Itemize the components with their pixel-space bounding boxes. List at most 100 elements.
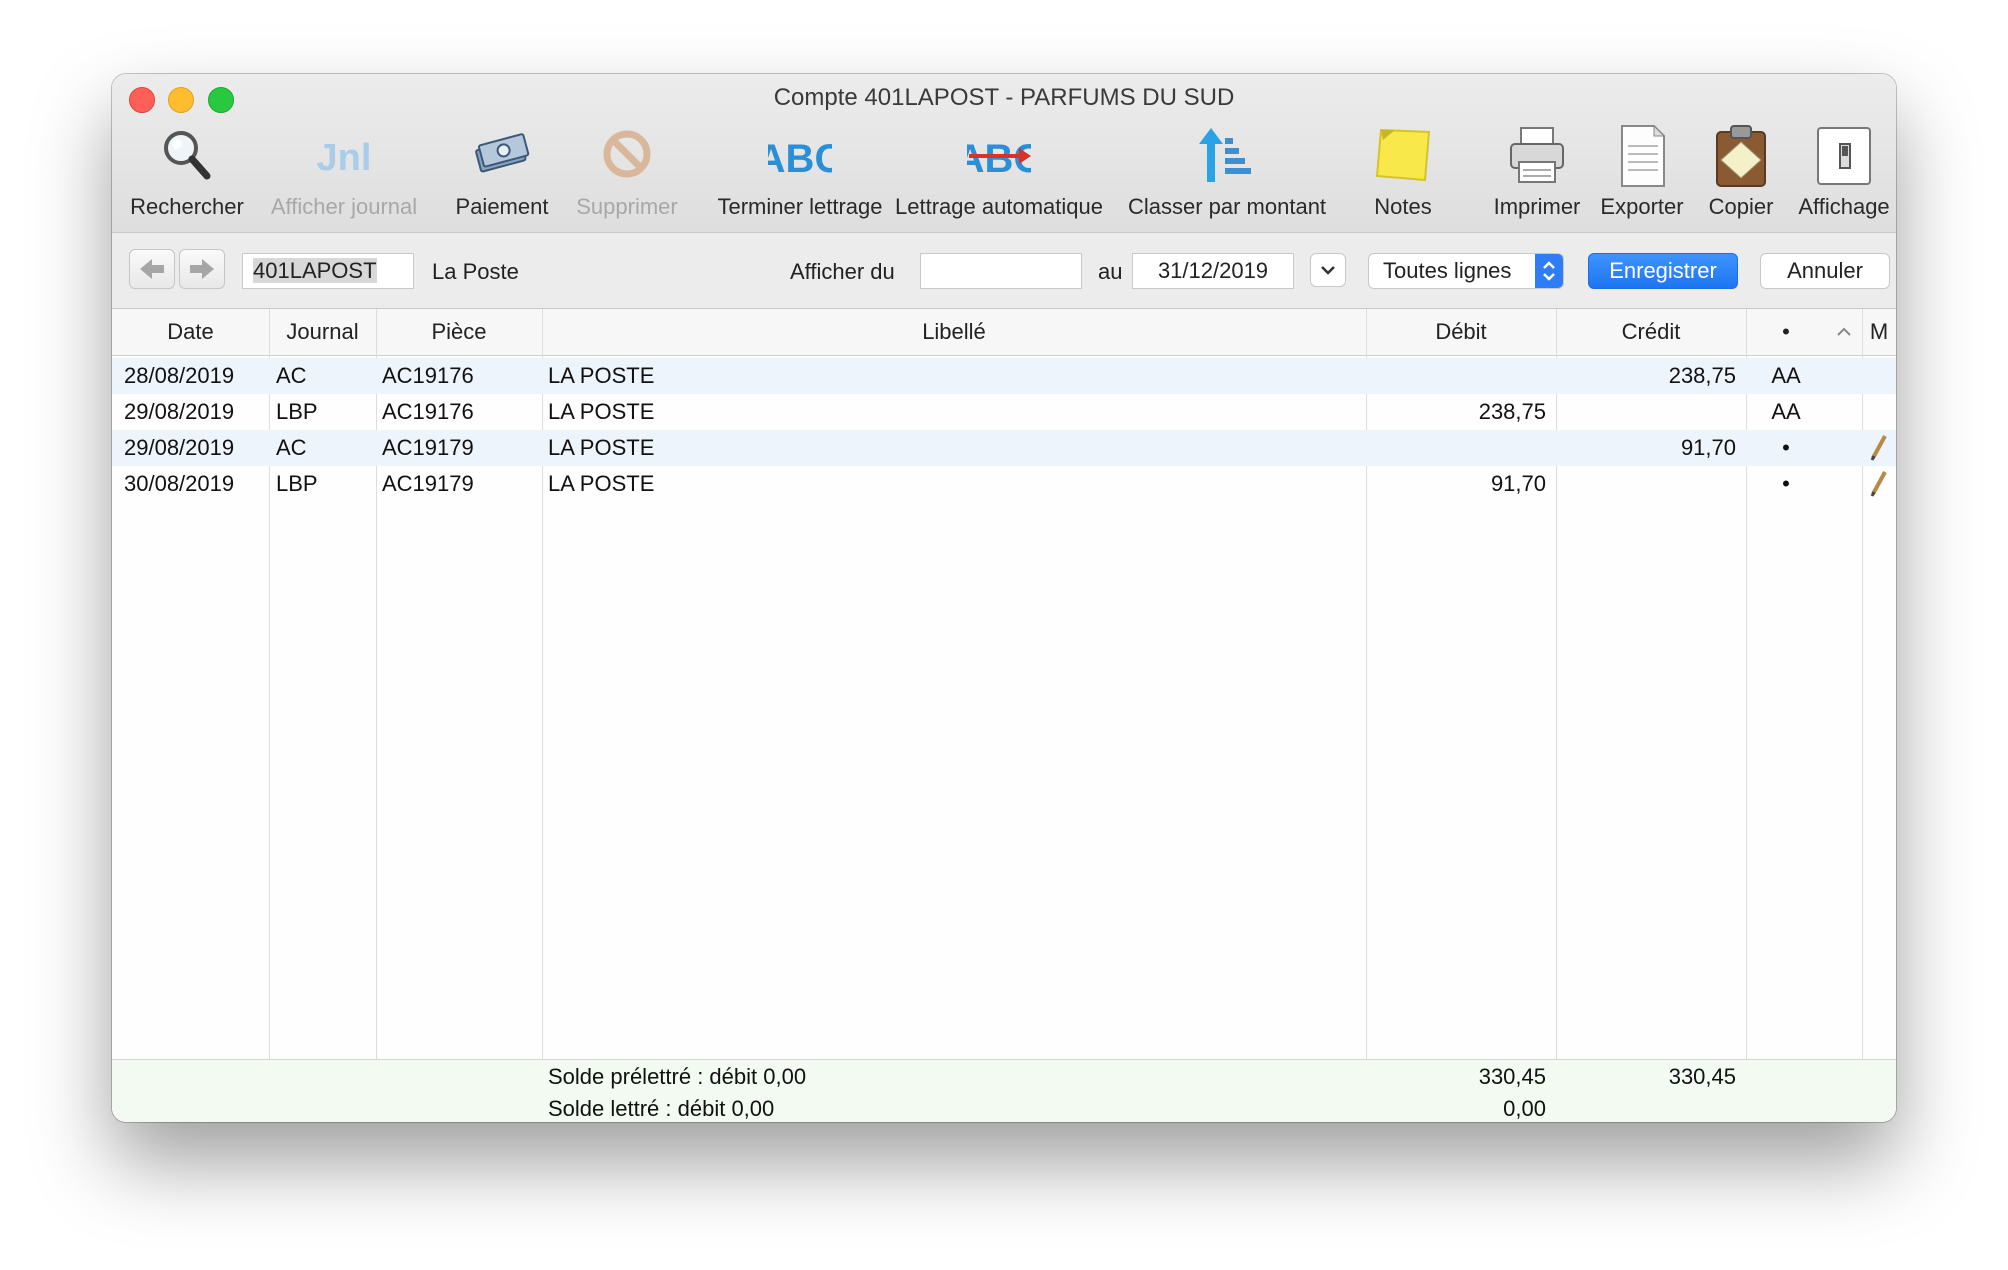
terminer-lettrage-button[interactable]: ABC Terminer lettrage (712, 124, 888, 230)
row-libelle: LA POSTE (548, 363, 655, 388)
document-icon (1621, 124, 1666, 187)
row-debit (1366, 358, 1546, 394)
row-libelle: LA POSTE (548, 399, 655, 424)
row-libelle: LA POSTE (548, 435, 655, 460)
solde-lettre-label: Solde lettré : débit 0,00 (548, 1096, 775, 1121)
account-code-value: 401LAPOST (253, 258, 377, 283)
row-lettre: AA (1771, 399, 1801, 424)
supprimer-label: Supprimer (576, 194, 678, 219)
svg-text:Jnl: Jnl (317, 137, 372, 179)
enregistrer-button[interactable]: Enregistrer (1588, 253, 1738, 289)
printer-icon (1510, 127, 1564, 183)
au-label: au (1098, 259, 1123, 284)
prohibited-icon (603, 130, 651, 178)
row-journal: LBP (276, 399, 318, 424)
lettrage-automatique-label: Lettrage automatique (895, 194, 1103, 219)
affichage-label: Affichage (1798, 194, 1890, 219)
account-name: La Poste (432, 259, 519, 284)
supprimer-button[interactable]: Supprimer (572, 124, 682, 230)
affichage-button[interactable]: Affichage (1792, 124, 1896, 230)
row-debit: 238,75 (1478, 399, 1546, 424)
account-window: Compte 401LAPOST - PARFUMS DU SUD Recher… (112, 74, 1896, 1122)
solde-preletre-label: Solde prélettré : débit 0,00 (548, 1064, 807, 1089)
row-debit: 91,70 (1490, 471, 1546, 496)
date-from-field[interactable] (920, 253, 1082, 289)
next-account-button[interactable] (179, 249, 225, 289)
afficher-du-label: Afficher du (790, 259, 895, 284)
table-header: Date Journal Pièce Libellé Débit Crédit … (112, 309, 1896, 356)
entries-table: Date Journal Pièce Libellé Débit Crédit … (112, 309, 1896, 1059)
col-debit[interactable]: Débit (1366, 309, 1556, 355)
switch-panel-icon (1817, 127, 1871, 185)
row-journal: AC (276, 435, 307, 460)
table-row[interactable]: 28/08/2019 AC AC19176 LA POSTE 238,75 AA (112, 358, 1896, 394)
row-date: 28/08/2019 (124, 363, 235, 388)
row-piece: AC19176 (382, 399, 474, 424)
row-piece: AC19176 (382, 363, 474, 388)
filter-bar: 401LAPOST La Poste Afficher du au 31/12/… (112, 233, 1896, 309)
row-credit (1556, 394, 1736, 430)
date-dropdown-button[interactable] (1310, 253, 1346, 287)
row-credit (1556, 466, 1736, 502)
row-date: 29/08/2019 (124, 399, 235, 424)
sticky-note-icon (1375, 128, 1431, 182)
row-journal: LBP (276, 471, 318, 496)
classer-par-montant-label: Classer par montant (1127, 194, 1327, 219)
lettrage-automatique-button[interactable]: ABC Lettrage automatique (892, 124, 1106, 230)
row-lettre: • (1782, 471, 1790, 496)
col-journal[interactable]: Journal (269, 309, 376, 355)
money-bills-icon (475, 133, 530, 173)
col-lettre[interactable]: • (1746, 309, 1826, 355)
pencil-icon[interactable] (1862, 430, 1896, 466)
filter-select-value: Toutes lignes (1383, 258, 1512, 283)
previous-account-button[interactable] (129, 249, 175, 289)
svg-text:ABC: ABC (768, 137, 832, 181)
notes-label: Notes (1374, 194, 1432, 219)
clipboard-icon (1716, 125, 1766, 187)
lettre-debit-total: 0,00 (1503, 1096, 1546, 1121)
col-m[interactable]: M (1862, 309, 1896, 355)
date-to-field[interactable]: 31/12/2019 (1132, 253, 1294, 289)
table-row[interactable]: 29/08/2019 LBP AC19176 LA POSTE 238,75 A… (112, 394, 1896, 430)
col-piece[interactable]: Pièce (376, 309, 542, 355)
magnifier-icon (164, 131, 211, 180)
window-title: Compte 401LAPOST - PARFUMS DU SUD (773, 84, 1235, 111)
row-credit: 91,70 (1680, 435, 1736, 460)
arrow-right-icon (190, 259, 214, 279)
filter-select[interactable]: Toutes lignes (1368, 253, 1564, 289)
row-libelle: LA POSTE (548, 471, 655, 496)
abc-arrow-icon: ABC (967, 137, 1031, 181)
account-code-field[interactable]: 401LAPOST (242, 253, 414, 289)
row-date: 30/08/2019 (124, 471, 235, 496)
totals-footer: Solde prélettré : débit 0,00 330,45 330,… (112, 1059, 1896, 1122)
classer-par-montant-button[interactable]: Classer par montant (1126, 124, 1328, 230)
row-lettre: AA (1771, 363, 1801, 388)
col-credit[interactable]: Crédit (1556, 309, 1746, 355)
preletre-debit-total: 330,45 (1478, 1064, 1546, 1089)
row-journal: AC (276, 363, 307, 388)
table-row[interactable]: 30/08/2019 LBP AC19179 LA POSTE 91,70 • (112, 466, 1896, 502)
row-piece: AC19179 (382, 435, 474, 460)
rechercher-button[interactable]: Rechercher (130, 124, 244, 230)
row-lettre: • (1782, 435, 1790, 460)
title-toolbar: Compte 401LAPOST - PARFUMS DU SUD Recher… (112, 74, 1896, 233)
journal-jnl-icon: Jnl (317, 137, 372, 179)
annuler-button[interactable]: Annuler (1760, 253, 1890, 289)
row-credit: 238,75 (1668, 363, 1736, 388)
notes-button[interactable]: Notes (1352, 124, 1454, 230)
sort-ascending-icon[interactable] (1826, 309, 1862, 355)
rechercher-label: Rechercher (130, 194, 244, 219)
paiement-button[interactable]: Paiement (442, 124, 562, 230)
pencil-icon[interactable] (1862, 466, 1896, 502)
afficher-journal-button[interactable]: Jnl Afficher journal (266, 124, 422, 230)
updown-arrows-icon (1535, 254, 1563, 288)
preletre-credit-total: 330,45 (1668, 1064, 1736, 1089)
chevron-down-icon (1321, 266, 1335, 275)
col-date[interactable]: Date (112, 309, 269, 355)
row-date: 29/08/2019 (124, 435, 235, 460)
abc-letters-icon: ABC (768, 137, 832, 181)
sort-arrow-icon (1199, 128, 1251, 182)
table-row[interactable]: 29/08/2019 AC AC19179 LA POSTE 91,70 • (112, 430, 1896, 466)
col-libelle[interactable]: Libellé (542, 309, 1366, 355)
row-piece: AC19179 (382, 471, 474, 496)
